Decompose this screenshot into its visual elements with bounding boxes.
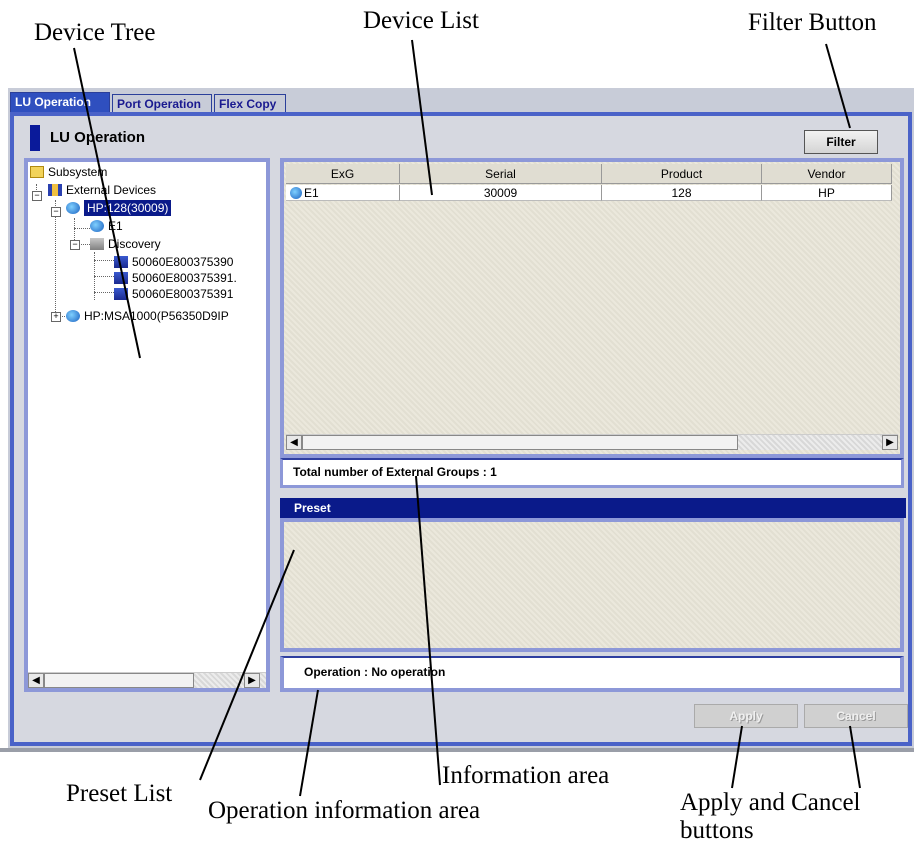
globe-icon <box>290 187 302 199</box>
table-row-cell-exg[interactable]: E1 <box>286 185 400 201</box>
callout-information-area: Information area <box>442 762 610 789</box>
callout-device-list: Device List <box>363 7 479 34</box>
callout-operation-info: Operation information area <box>208 797 481 824</box>
column-header-exg[interactable]: ExG <box>286 164 400 184</box>
page-title: LU Operation <box>50 129 146 146</box>
tree-item-hp-128[interactable]: HP:128(30009) <box>66 200 172 216</box>
scroll-left-icon[interactable]: ◀ <box>28 673 44 688</box>
information-area: Total number of External Groups : 1 <box>280 458 904 488</box>
scroll-right-icon[interactable]: ▶ <box>244 673 260 688</box>
tree-item-external-devices[interactable]: External Devices <box>48 182 156 198</box>
globe-icon <box>66 310 80 322</box>
filter-button[interactable]: Filter <box>804 130 878 154</box>
scroll-thumb[interactable] <box>302 435 738 450</box>
storage-icon <box>48 184 62 196</box>
column-header-serial[interactable]: Serial <box>400 164 602 184</box>
scroll-left-icon[interactable]: ◀ <box>286 435 302 450</box>
cancel-button[interactable]: Cancel <box>804 704 908 728</box>
callout-apply-cancel-line2: buttons <box>680 817 754 844</box>
tree-item-discovery[interactable]: Discovery <box>90 236 161 252</box>
tab-port-operation[interactable]: Port Operation <box>112 94 212 112</box>
window-bottom-border <box>0 748 914 752</box>
callout-device-tree: Device Tree <box>34 19 156 46</box>
scroll-right-icon[interactable]: ▶ <box>882 435 898 450</box>
tree-item-label: HP:MSA1000(P56350D9IP <box>84 309 229 323</box>
folder-icon <box>30 166 44 178</box>
callout-apply-cancel: Apply and Cancel <box>680 789 861 816</box>
table-row-cell-product[interactable]: 128 <box>602 185 762 201</box>
tree-item-label: E1 <box>108 219 123 233</box>
preset-list[interactable] <box>280 518 904 652</box>
tree-item-label: 50060E800375391. <box>132 271 237 285</box>
globe-icon <box>90 220 104 232</box>
tree-item-port[interactable]: 50060E800375391 <box>114 286 233 302</box>
table-row-cell-serial[interactable]: 30009 <box>400 185 602 201</box>
tab-flex-copy[interactable]: Flex Copy <box>214 94 286 112</box>
operation-information-area: Operation : No operation <box>280 656 904 692</box>
globe-icon <box>66 202 80 214</box>
callout-preset-list: Preset List <box>66 780 173 807</box>
expand-toggle-icon[interactable]: + <box>51 312 61 322</box>
tree-horizontal-scrollbar[interactable]: ◀ ▶ <box>28 672 266 688</box>
tree-item-label: 50060E800375390 <box>132 255 234 269</box>
preset-header: Preset <box>280 498 906 518</box>
collapse-toggle-icon[interactable]: − <box>51 207 61 217</box>
port-icon <box>114 272 128 284</box>
tree-item-label: Subsystem <box>48 165 108 179</box>
collapse-toggle-icon[interactable]: − <box>70 240 80 250</box>
tree-item-label: External Devices <box>66 183 157 197</box>
table-row-cell-vendor[interactable]: HP <box>762 185 892 201</box>
tree-item-hp-msa1000[interactable]: HP:MSA1000(P56350D9IP <box>66 308 229 324</box>
lu-operation-panel: LU Operation Filter − − − + Subsystem Ex… <box>10 112 912 746</box>
discovery-icon <box>90 238 104 250</box>
device-tree: − − − + Subsystem External Devices HP:12… <box>24 158 270 692</box>
tab-lu-operation[interactable]: LU Operation <box>10 92 110 114</box>
exg-value: E1 <box>304 186 319 200</box>
callout-filter-button: Filter Button <box>748 9 877 36</box>
app-window: LU Operation Port Operation Flex Copy LU… <box>8 88 914 748</box>
tree-item-port[interactable]: 50060E800375391. <box>114 270 237 286</box>
collapse-toggle-icon[interactable]: − <box>32 191 42 201</box>
tree-item-label: Discovery <box>108 237 161 251</box>
apply-button[interactable]: Apply <box>694 704 798 728</box>
tree-item-subsystem[interactable]: Subsystem <box>30 164 107 180</box>
device-list-horizontal-scrollbar[interactable]: ◀ ▶ <box>286 434 898 450</box>
tree-item-port[interactable]: 50060E800375390 <box>114 254 233 270</box>
column-header-vendor[interactable]: Vendor <box>762 164 892 184</box>
scroll-thumb[interactable] <box>44 673 194 688</box>
tree-item-label: 50060E800375391 <box>132 287 234 301</box>
device-list: ExG Serial Product Vendor E1 30009 128 H… <box>280 158 904 458</box>
port-icon <box>114 256 128 268</box>
tab-bar: LU Operation Port Operation Flex Copy <box>8 88 914 114</box>
title-marker <box>30 125 40 151</box>
port-icon <box>114 288 128 300</box>
tree-item-label: HP:128(30009) <box>84 200 172 216</box>
column-header-product[interactable]: Product <box>602 164 762 184</box>
tree-item-e1[interactable]: E1 <box>90 218 123 234</box>
